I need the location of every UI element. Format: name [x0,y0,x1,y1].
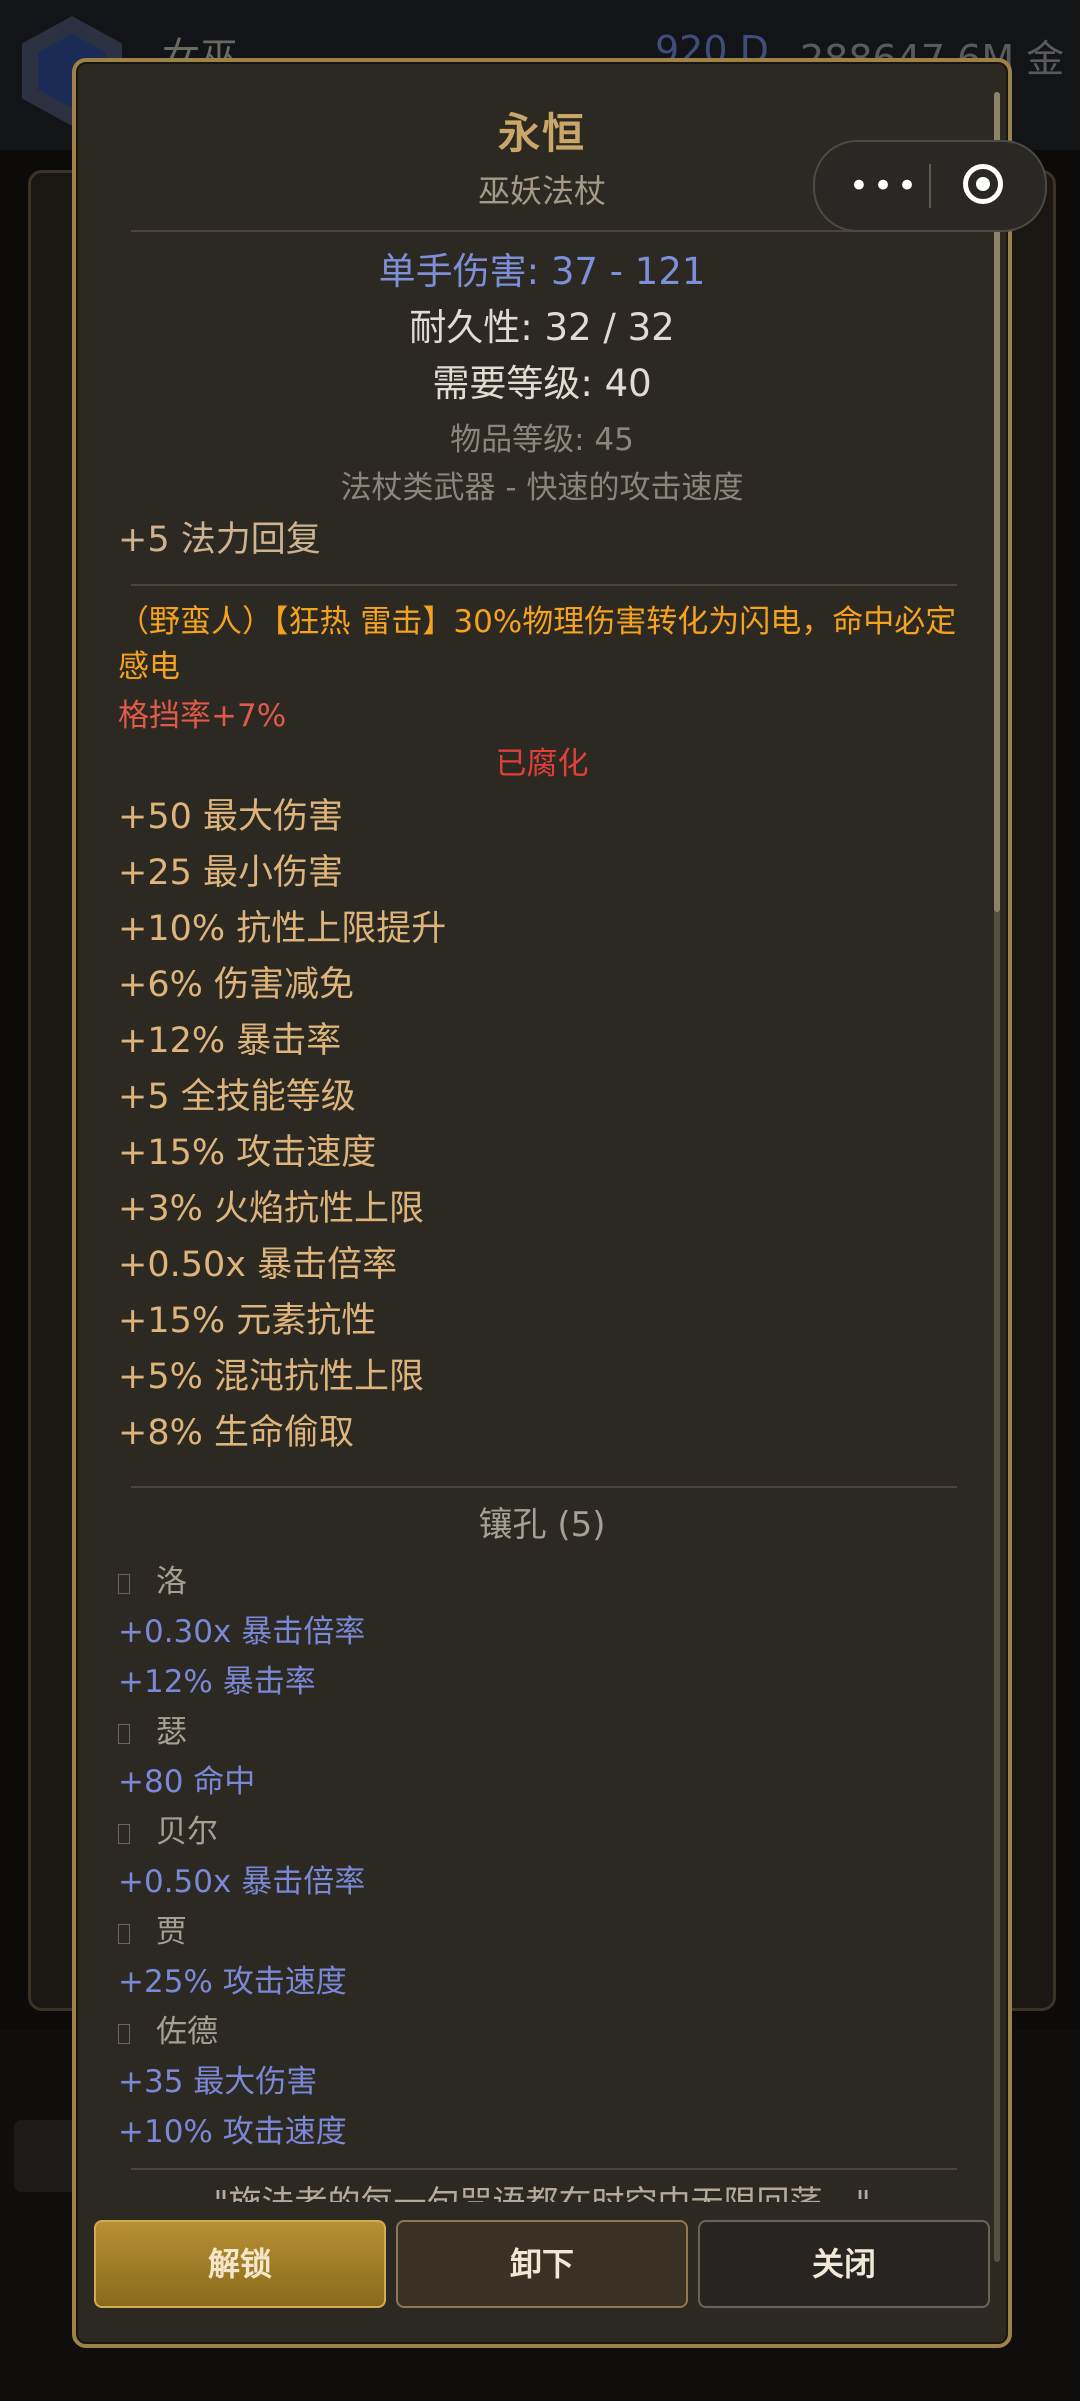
socket-mod: +25% 攻击速度 [118,1964,347,2000]
mod-line: +25 最小伤害 [118,853,343,893]
more-options-icon[interactable]: ••• [845,168,925,204]
rune-icon [118,1723,130,1744]
implicit-mod: +5 法力回复 [118,520,321,560]
unlock-button[interactable]: 解锁 [94,2220,386,2308]
socket-rune-name: 贾 [156,1914,187,1950]
socket-mod: +35 最大伤害 [118,2064,318,2100]
socket-list: 洛 +0.30x 暴击倍率 +12% 暴击率 瑟 +80 命中 贝尔 +0.50… [118,1557,978,2157]
close-miniprogram-icon[interactable] [963,164,1003,204]
socket-mod: +0.30x 暴击倍率 [118,1614,366,1650]
divider [131,1486,957,1488]
rune-icon [118,2023,130,2044]
socket-rune-name: 贝尔 [156,1814,218,1850]
divider [131,230,957,232]
socket-rune: 贾 [118,1907,978,1957]
sockets-title: 镶孔 (5) [478,1505,606,1545]
block-chance: 格挡率+7% [118,698,287,734]
mod-line: +15% 元素抗性 [118,1301,377,1341]
mod-line: +0.50x 暴击倍率 [118,1245,398,1285]
tooltip-scroll-area[interactable]: 永恒 巫妖法杖 单手伤害: 37 - 121 耐久性: 32 / 32 需要等级… [76,62,1008,2202]
divider [131,2168,957,2170]
tooltip-scrollbar[interactable] [994,92,1000,2262]
socket-rune-name: 洛 [156,1564,187,1600]
close-button[interactable]: 关闭 [698,2220,990,2308]
socket-mod: +12% 暴击率 [118,1664,316,1700]
corrupted-label: 已腐化 [495,746,589,782]
mod-line: +3% 火焰抗性上限 [118,1189,424,1229]
rune-icon [118,1823,130,1844]
item-level: 物品等级: 45 [450,422,634,458]
socket-rune-name: 佐德 [156,2014,218,2050]
rune-icon [118,1923,130,1944]
socket-rune-name: 瑟 [156,1714,187,1750]
mod-line: +5 全技能等级 [118,1077,356,1117]
weapon-class: 法杖类武器 - 快速的攻击速度 [340,470,744,506]
socket-rune: 瑟 [118,1707,978,1757]
socket-rune: 佐德 [118,2007,978,2057]
socket-mod: +0.50x 暴击倍率 [118,1864,366,1900]
unequip-button[interactable]: 卸下 [396,2220,688,2308]
item-tooltip-dialog: 永恒 巫妖法杖 单手伤害: 37 - 121 耐久性: 32 / 32 需要等级… [72,58,1012,2348]
mod-line: +10% 抗性上限提升 [118,909,447,949]
socket-mod: +80 命中 [118,1764,256,1800]
socket-rune: 洛 [118,1557,978,1607]
flavor-text: "施法者的每一句咒语都在时空中无限回荡。" [76,2178,1008,2202]
mod-list: +50 最大伤害 +25 最小伤害 +10% 抗性上限提升 +6% 伤害减免 +… [118,789,978,1461]
mod-line: +12% 暴击率 [118,1021,342,1061]
mod-line: +15% 攻击速度 [118,1133,377,1173]
capsule-divider [929,164,931,208]
miniprogram-capsule: ••• [813,140,1047,232]
rune-icon [118,1573,130,1594]
mod-line: +8% 生命偷取 [118,1413,354,1453]
mod-line: +5% 混沌抗性上限 [118,1357,424,1397]
divider [131,584,957,586]
item-damage: 单手伤害: 37 - 121 [378,250,706,293]
mod-line: +6% 伤害减免 [118,965,354,1005]
set-bonus: （野蛮人）【狂热 雷击】30%物理伤害转化为闪电，命中必定感电 [118,604,957,685]
item-durability: 耐久性: 32 / 32 [409,306,675,349]
mod-line: +50 最大伤害 [118,797,343,837]
item-required-level: 需要等级: 40 [432,362,652,405]
socket-mod: +10% 攻击速度 [118,2114,347,2150]
socket-rune: 贝尔 [118,1807,978,1857]
